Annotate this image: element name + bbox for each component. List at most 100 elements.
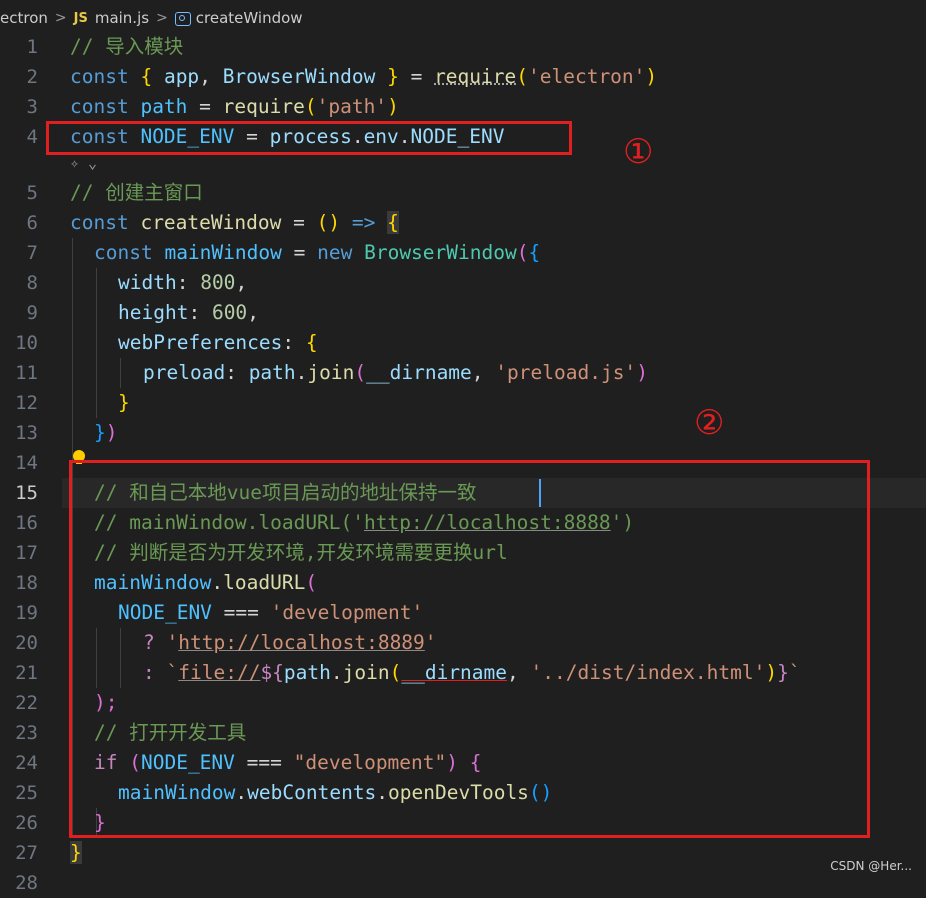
paren: (): [316, 211, 341, 234]
annotation-label-1: ①: [623, 132, 654, 172]
line-number: 16: [15, 512, 38, 534]
line-number: 28: [15, 872, 38, 894]
line-number: 9: [26, 302, 38, 324]
breadcrumb-symbol[interactable]: createWindow: [196, 9, 303, 27]
code-line-6: const createWindow = () => {: [70, 208, 399, 238]
brace: {: [305, 331, 318, 354]
keyword: const: [94, 241, 153, 264]
identifier: path: [248, 361, 296, 384]
highlight-box-1: [46, 121, 572, 155]
string: 'electron': [528, 65, 646, 88]
punctuation: :: [176, 271, 189, 294]
line-number: 6: [26, 212, 38, 234]
line-number: 3: [26, 96, 38, 118]
chevron-right-icon: >: [156, 10, 168, 26]
identifier: __dirname: [366, 361, 472, 384]
code-editor[interactable]: 1 2 3 4 5 6 7 8 9 10 11 12 13 14 15 16 1…: [0, 32, 926, 894]
comment: // 导入模块: [70, 35, 184, 58]
brace: }: [70, 841, 82, 864]
operator: =: [410, 65, 423, 88]
line-number: 27: [15, 842, 38, 864]
string: 'path': [316, 95, 388, 118]
property: height: [118, 301, 189, 324]
punctuation: .: [295, 361, 308, 384]
line-number: 2: [26, 66, 38, 88]
comment: // 创建主窗口: [70, 181, 203, 204]
highlight-box-2: [69, 460, 870, 838]
function-call: join: [307, 361, 355, 384]
line-number: 23: [15, 722, 38, 744]
indent-guide: [96, 268, 97, 418]
breadcrumb-file[interactable]: main.js: [95, 9, 149, 27]
line-number-active: 15: [15, 482, 38, 504]
code-line-8: width: 800,: [118, 268, 247, 298]
property: width: [118, 271, 177, 294]
line-number: 14: [15, 452, 38, 474]
brace: }: [118, 391, 130, 414]
line-number: 4: [26, 126, 38, 148]
symbol-variable-icon: [174, 12, 191, 26]
code-line-5: // 创建主窗口: [70, 178, 203, 208]
code-line-7: const mainWindow = new BrowserWindow({: [94, 238, 540, 268]
line-number: 8: [26, 272, 38, 294]
breadcrumb-folder[interactable]: ectron: [0, 9, 48, 27]
punctuation: :: [282, 331, 295, 354]
paren: (: [516, 241, 529, 264]
punctuation: ,: [199, 65, 211, 88]
code-line-13: }): [94, 418, 118, 448]
brace: {: [387, 211, 399, 234]
keyword: const: [70, 95, 129, 118]
paren: (: [304, 95, 317, 118]
keyword: const: [70, 211, 129, 234]
operator: =: [293, 211, 305, 234]
punctuation: :: [225, 361, 237, 384]
code-line-27: }: [70, 838, 82, 868]
copilot-icon[interactable]: ✧ ⌄: [70, 152, 97, 174]
line-number: 20: [15, 632, 38, 654]
line-number: 22: [15, 692, 38, 714]
punctuation: ,: [247, 301, 259, 324]
operator: =: [293, 241, 306, 264]
watermark: CSDN @Her...: [830, 859, 912, 873]
line-number: 21: [15, 662, 38, 684]
operator: =>: [351, 211, 376, 234]
number: 800: [200, 271, 236, 294]
code-line-9: height: 600,: [118, 298, 259, 328]
brace: {: [140, 65, 153, 88]
paren: (: [354, 361, 367, 384]
code-line-11: preload: path.join(__dirname, 'preload.j…: [143, 358, 648, 388]
indent-guide: [120, 358, 121, 388]
brace: }: [94, 421, 106, 444]
identifier: BrowserWindow: [222, 65, 376, 88]
identifier: app: [163, 65, 200, 88]
line-number: 5: [26, 182, 38, 204]
chevron-right-icon: >: [54, 10, 67, 26]
code-line-10: webPreferences: {: [118, 328, 318, 358]
javascript-file-icon: JS: [73, 10, 88, 26]
identifier: createWindow: [140, 211, 282, 234]
property: webPreferences: [118, 331, 283, 354]
line-number: 19: [15, 602, 38, 624]
annotation-label-2: ②: [694, 403, 725, 443]
paren: ): [105, 421, 118, 444]
line-number: 10: [15, 332, 38, 354]
paren: ): [645, 65, 658, 88]
paren: ): [387, 95, 399, 118]
property: preload: [143, 361, 226, 384]
brace: }: [387, 65, 399, 88]
keyword: new: [317, 241, 353, 264]
keyword: const: [70, 65, 129, 88]
punctuation: :: [188, 301, 201, 324]
punctuation: ,: [235, 271, 248, 294]
breadcrumb: ectron > JS main.js > createWindow: [0, 0, 926, 36]
paren: ): [636, 361, 648, 384]
line-number: 12: [15, 392, 38, 414]
number: 600: [211, 301, 248, 324]
line-number: 24: [15, 752, 38, 774]
operator: =: [199, 95, 211, 118]
code-line-3: const path = require('path'): [70, 92, 399, 122]
identifier: BrowserWindow: [364, 241, 517, 264]
line-number: 18: [15, 572, 38, 594]
string: 'preload.js': [495, 361, 637, 384]
line-number: 26: [15, 812, 38, 834]
